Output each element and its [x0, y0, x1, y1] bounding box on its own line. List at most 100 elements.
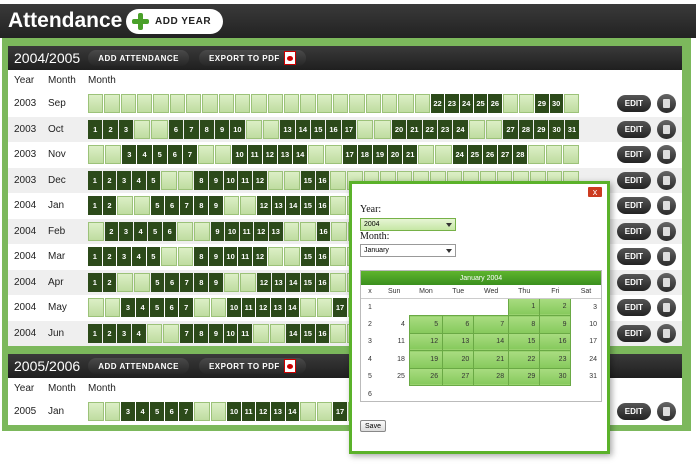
- day-absent[interactable]: [194, 298, 210, 318]
- day-present[interactable]: 19: [372, 145, 387, 165]
- edit-button[interactable]: EDIT: [616, 95, 651, 113]
- day-present[interactable]: 5: [148, 221, 162, 241]
- day-present[interactable]: 13: [270, 402, 285, 422]
- day-present[interactable]: 12: [256, 298, 270, 318]
- close-icon[interactable]: x: [587, 186, 603, 198]
- day-present[interactable]: 5: [150, 272, 165, 292]
- day-present[interactable]: 10: [227, 402, 241, 422]
- day-present[interactable]: 6: [164, 402, 179, 422]
- day-present[interactable]: 3: [117, 323, 131, 343]
- day-absent[interactable]: [198, 145, 215, 165]
- day-absent[interactable]: [300, 298, 316, 318]
- day-present[interactable]: 4: [135, 298, 150, 318]
- day-present[interactable]: 18: [357, 145, 372, 165]
- calendar-day-selectable[interactable]: 29: [508, 367, 541, 386]
- day-present[interactable]: 1: [88, 119, 103, 139]
- day-absent[interactable]: [518, 94, 535, 114]
- edit-button[interactable]: EDIT: [616, 324, 651, 342]
- calendar-day[interactable]: 31: [571, 368, 601, 386]
- day-absent[interactable]: [253, 323, 269, 343]
- calendar-day-selectable[interactable]: 9: [539, 315, 572, 334]
- calendar-day-selectable[interactable]: 2: [539, 297, 572, 316]
- day-present[interactable]: 9: [209, 323, 223, 343]
- day-absent[interactable]: [210, 402, 227, 422]
- day-present[interactable]: 14: [286, 272, 300, 292]
- day-present[interactable]: 10: [223, 247, 238, 267]
- day-present[interactable]: 9: [209, 272, 223, 292]
- day-absent[interactable]: [136, 94, 153, 114]
- calendar-day[interactable]: 11: [379, 333, 409, 351]
- day-absent[interactable]: [381, 94, 398, 114]
- day-absent[interactable]: [251, 94, 267, 114]
- day-absent[interactable]: [163, 323, 179, 343]
- day-absent[interactable]: [104, 94, 120, 114]
- edit-button[interactable]: EDIT: [616, 197, 651, 215]
- day-present[interactable]: 13: [280, 119, 295, 139]
- export-pdf-button[interactable]: EXPORT TO PDF: [198, 358, 306, 374]
- day-present[interactable]: 14: [295, 119, 311, 139]
- day-present[interactable]: 29: [535, 94, 549, 114]
- day-absent[interactable]: [88, 145, 105, 165]
- day-present[interactable]: 26: [482, 145, 498, 165]
- day-present[interactable]: 15: [300, 196, 315, 216]
- calendar-day[interactable]: 10: [571, 316, 601, 334]
- day-absent[interactable]: [267, 170, 284, 190]
- day-present[interactable]: 12: [257, 196, 271, 216]
- day-present[interactable]: 5: [146, 247, 161, 267]
- day-present[interactable]: 24: [453, 119, 468, 139]
- day-present[interactable]: 9: [209, 196, 223, 216]
- day-present[interactable]: 21: [403, 145, 418, 165]
- day-present[interactable]: 25: [467, 145, 482, 165]
- day-present[interactable]: 5: [150, 298, 164, 318]
- calendar-day-selectable[interactable]: 26: [408, 367, 444, 386]
- calendar-day-selectable[interactable]: 21: [473, 350, 510, 369]
- day-present[interactable]: 2: [103, 119, 118, 139]
- day-absent[interactable]: [308, 145, 325, 165]
- day-present[interactable]: 10: [223, 170, 238, 190]
- day-absent[interactable]: [153, 94, 169, 114]
- day-absent[interactable]: [88, 298, 104, 318]
- day-absent[interactable]: [468, 119, 485, 139]
- day-present[interactable]: 17: [341, 119, 357, 139]
- day-present[interactable]: 17: [333, 402, 347, 422]
- day-present[interactable]: 28: [518, 119, 534, 139]
- day-absent[interactable]: [169, 94, 185, 114]
- day-absent[interactable]: [177, 247, 194, 267]
- day-present[interactable]: 10: [227, 298, 241, 318]
- day-present[interactable]: 7: [179, 402, 194, 422]
- day-absent[interactable]: [210, 298, 227, 318]
- day-absent[interactable]: [177, 221, 194, 241]
- day-absent[interactable]: [349, 94, 365, 114]
- calendar-day-selectable[interactable]: 30: [539, 367, 572, 386]
- day-absent[interactable]: [283, 94, 300, 114]
- day-present[interactable]: 9: [214, 119, 230, 139]
- day-present[interactable]: 29: [534, 119, 549, 139]
- day-present[interactable]: 7: [179, 323, 194, 343]
- trash-icon[interactable]: [657, 145, 676, 165]
- day-present[interactable]: 20: [391, 119, 407, 139]
- day-absent[interactable]: [267, 94, 283, 114]
- day-absent[interactable]: [88, 402, 104, 422]
- day-present[interactable]: 27: [503, 119, 518, 139]
- edit-button[interactable]: EDIT: [616, 120, 651, 138]
- day-absent[interactable]: [194, 221, 210, 241]
- day-absent[interactable]: [502, 94, 518, 114]
- day-present[interactable]: 12: [253, 170, 267, 190]
- day-absent[interactable]: [284, 170, 300, 190]
- calendar-day-selectable[interactable]: 13: [442, 332, 475, 351]
- day-absent[interactable]: [194, 402, 210, 422]
- day-present[interactable]: 16: [315, 247, 330, 267]
- calendar-day-selectable[interactable]: 8: [508, 315, 541, 334]
- day-absent[interactable]: [88, 94, 104, 114]
- calendar-day-selectable[interactable]: 19: [408, 350, 444, 369]
- calendar-day[interactable]: 18: [379, 351, 409, 369]
- edit-button[interactable]: EDIT: [616, 146, 651, 164]
- calendar-day-selectable[interactable]: 5: [408, 315, 444, 334]
- day-present[interactable]: 13: [270, 298, 285, 318]
- day-present[interactable]: 5: [150, 196, 165, 216]
- day-absent[interactable]: [365, 94, 381, 114]
- day-present[interactable]: 3: [117, 170, 131, 190]
- trash-icon[interactable]: [657, 323, 676, 343]
- day-present[interactable]: 24: [459, 94, 473, 114]
- day-absent[interactable]: [300, 94, 316, 114]
